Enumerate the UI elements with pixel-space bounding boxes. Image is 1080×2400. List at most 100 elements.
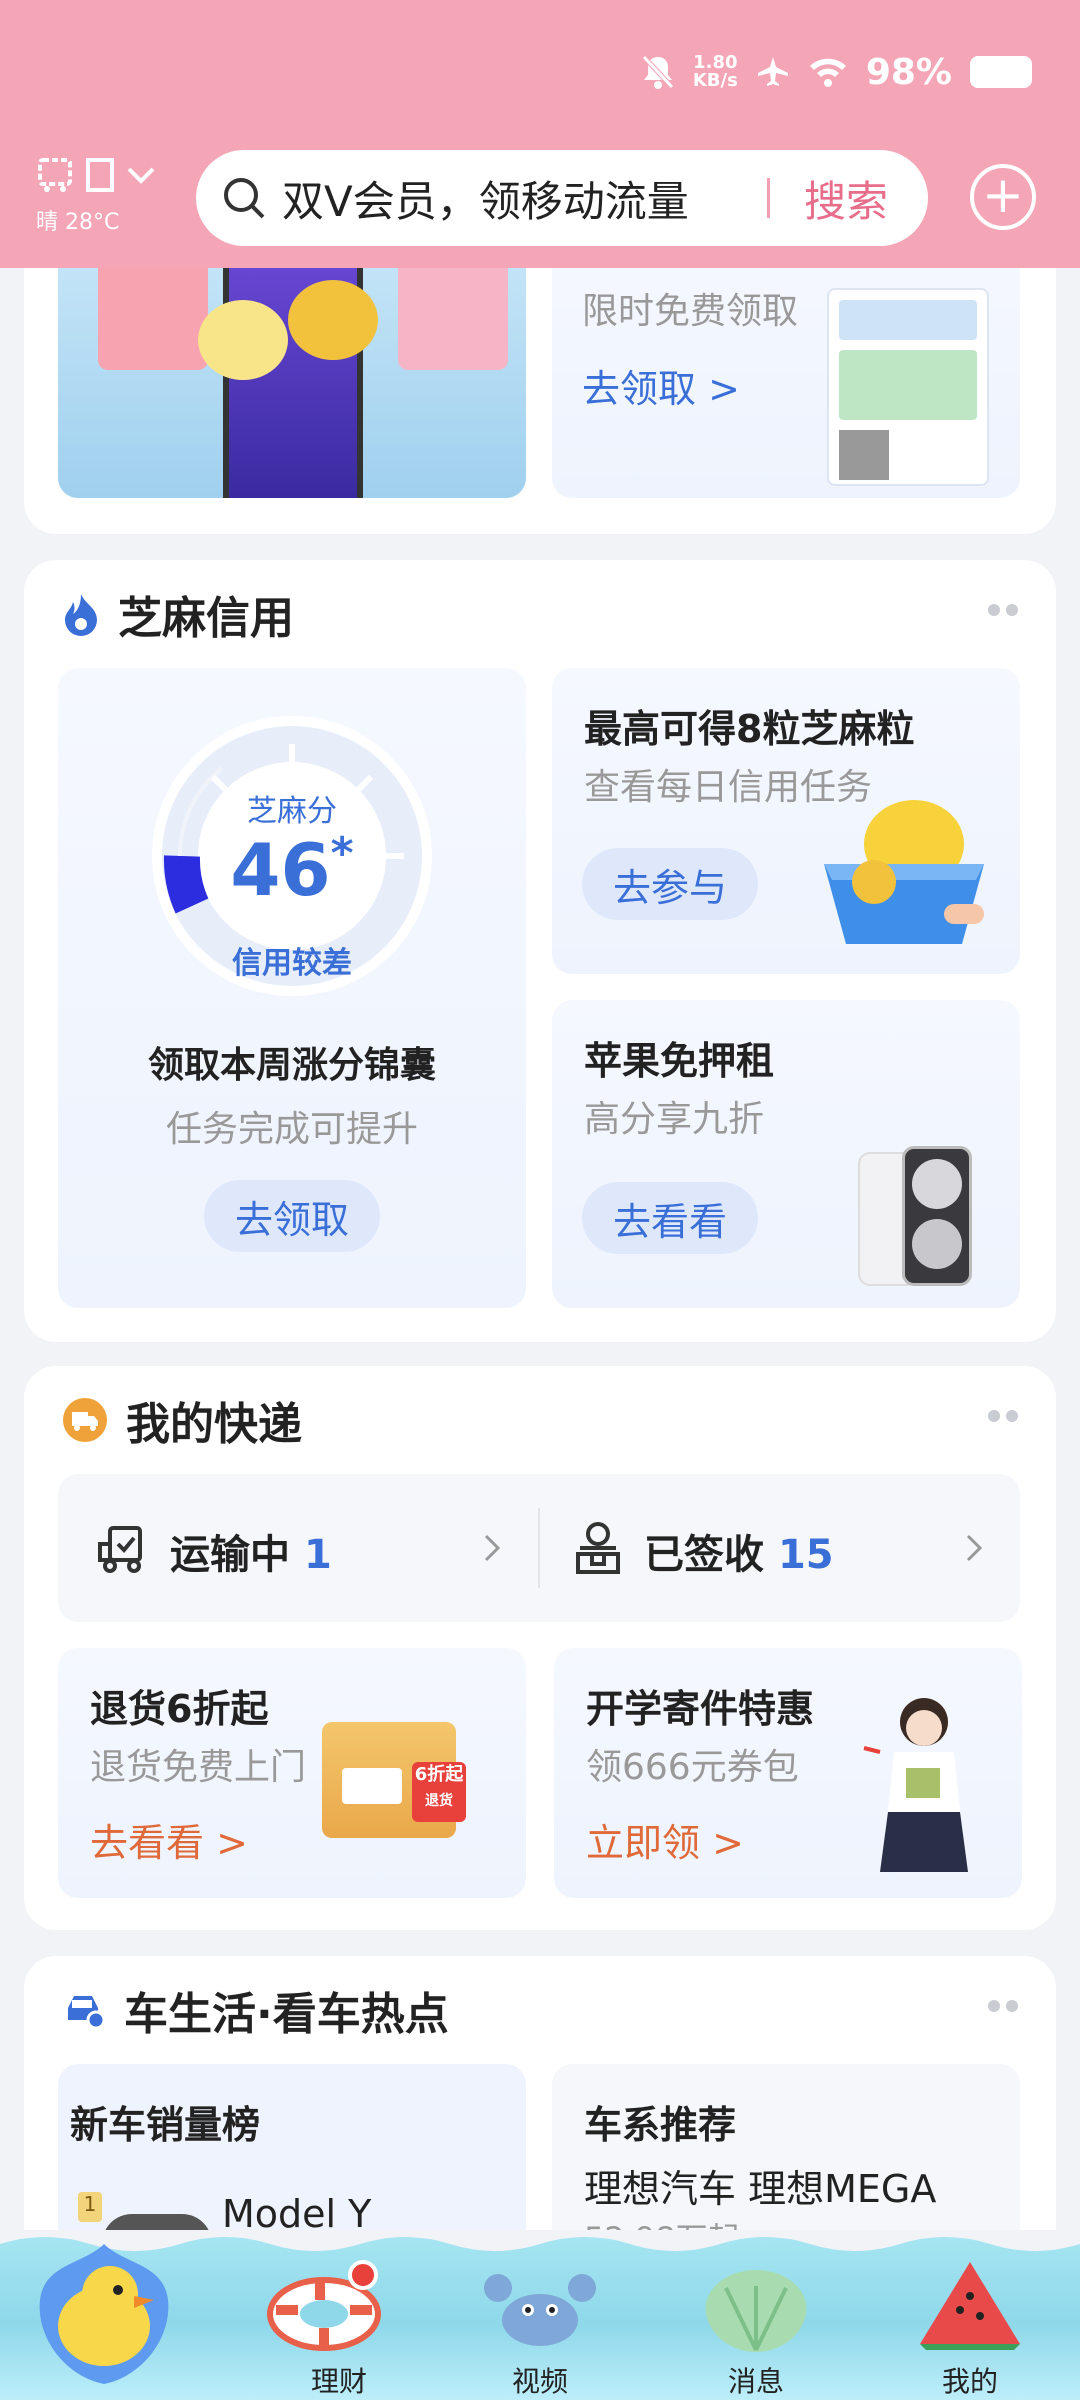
in-transit-count: 1	[303, 1532, 332, 1578]
signed-entry[interactable]: 已签收 15	[540, 1474, 1020, 1622]
battery-percent: 98%	[865, 51, 952, 93]
parcel-box-image: 6折起 退货	[322, 1722, 466, 1838]
wifi-icon	[809, 58, 846, 87]
mascot-image	[198, 300, 288, 380]
rank-badge: 1	[78, 2192, 102, 2222]
promo-subtitle: 限时免费领取	[582, 291, 799, 332]
iphone-image	[858, 1146, 974, 1286]
promo-phone-image	[827, 288, 989, 486]
add-button[interactable]: +	[970, 164, 1036, 230]
sesame-more-icon[interactable]	[988, 604, 1018, 616]
car-title: 车生活·看车热点	[124, 1989, 449, 2040]
bus-icon	[38, 158, 72, 192]
promo-tile[interactable]: 限时免费领取 去领取 >	[552, 240, 1020, 498]
box-tag-return: 退货	[425, 1793, 453, 1809]
view-apple-button[interactable]: 去看看	[582, 1182, 758, 1254]
duck-icon	[39, 2244, 169, 2384]
express-section-header: 我的快递	[62, 1390, 302, 1450]
truck-icon	[63, 1398, 107, 1442]
series-title: 车系推荐	[584, 2103, 737, 2147]
door-icon	[86, 158, 114, 192]
express-title: 我的快递	[126, 1399, 302, 1450]
search-divider	[766, 178, 770, 218]
delivery-truck-icon	[98, 1526, 142, 1573]
location-weather[interactable]: 晴 28°C	[36, 150, 156, 236]
return-title: 退货6折起	[90, 1687, 269, 1731]
net-speed: 1.80 KB/s	[692, 52, 738, 91]
airplane-icon	[757, 57, 788, 86]
chevron-right-icon	[966, 1534, 983, 1562]
series-sub: 理想汽车 理想MEGA	[584, 2167, 937, 2211]
car-section-header: 车生活·看车热点	[62, 1980, 449, 2040]
score-label: 芝麻分	[247, 794, 337, 829]
search-button[interactable]: 搜索	[804, 168, 888, 229]
signed-count: 15	[777, 1532, 834, 1578]
status-bar: 1.80 KB/s 98%	[641, 44, 1032, 100]
claim-tip-button[interactable]: 去领取	[204, 1180, 380, 1252]
box-tag: 6折起 退货	[412, 1762, 466, 1822]
school-sub: 领666元券包	[586, 1747, 799, 1788]
express-more-icon[interactable]	[988, 1410, 1018, 1422]
signed-label: 已签收	[644, 1532, 764, 1578]
participate-button[interactable]: 去参与	[582, 848, 758, 920]
weekly-tip-title: 领取本周涨分锦囊	[147, 1045, 436, 1086]
notification-badge	[348, 2260, 378, 2290]
express-card: 我的快递 运输中 1 已签收 15 退货6折起 退货免费上门 去看看 > 6折起…	[24, 1366, 1056, 1930]
promo-link[interactable]: 去领取 >	[582, 358, 740, 413]
school-title: 开学寄件特惠	[586, 1687, 815, 1731]
apple-rent-title: 苹果免押租	[584, 1039, 775, 1083]
sesame-basket-image	[824, 800, 984, 944]
credit-level: 信用较差	[232, 946, 352, 981]
top-header: 1.80 KB/s 98% 晴 28°C 双V会员，领移动流量 搜索 +	[0, 0, 1080, 268]
car-icon	[68, 1996, 106, 2030]
return-discount-tile[interactable]: 退货6折起 退货免费上门 去看看 > 6折起 退货	[58, 1648, 526, 1898]
tab-video-label: 视频	[511, 2365, 568, 2398]
signed-text: 已签收 15	[644, 1522, 834, 1580]
chevron-down-icon	[127, 167, 155, 184]
tab-home[interactable]	[24, 2234, 184, 2398]
sesame-task-tile[interactable]: 最高可得8粒芝麻粒 查看每日信用任务 去参与	[552, 668, 1020, 974]
promo-card: 限时免费领取 去领取 >	[24, 240, 1056, 534]
return-link[interactable]: 去看看 >	[90, 1812, 248, 1867]
tab-finance[interactable]: 理财	[244, 2260, 404, 2398]
chevron-right-icon	[484, 1534, 501, 1562]
apple-rent-tile[interactable]: 苹果免押租 高分享九折 去看看	[552, 1000, 1020, 1308]
in-transit-entry[interactable]: 运输中 1	[58, 1474, 538, 1622]
weather-text: 晴 28°C	[36, 210, 120, 235]
courier-icon	[576, 1522, 620, 1574]
sesame-credit-card: 芝麻信用 芝麻分 46* 信用较差 领取本周涨分锦囊 任务完成可提升 去领取 最…	[24, 560, 1056, 1342]
search-icon	[224, 178, 265, 219]
bottom-tab-bar: 理财 视频 消息 我的	[0, 2230, 1080, 2400]
mute-icon	[642, 55, 674, 89]
return-sub: 退货免费上门	[90, 1747, 307, 1788]
sesame-score-tile[interactable]: 芝麻分 46* 信用较差 领取本周涨分锦囊 任务完成可提升 去领取	[58, 668, 526, 1308]
flame-icon	[65, 594, 97, 636]
school-link[interactable]: 立即领 >	[586, 1812, 744, 1867]
search-bar[interactable]: 双V会员，领移动流量 搜索	[196, 150, 928, 246]
tab-profile[interactable]: 我的	[890, 2260, 1050, 2398]
student-image	[863, 1698, 968, 1872]
sesame-title: 芝麻信用	[118, 593, 294, 644]
search-input[interactable]: 双V会员，领移动流量	[282, 168, 747, 229]
weekly-tip-sub: 任务完成可提升	[165, 1109, 418, 1150]
school-shipping-tile[interactable]: 开学寄件特惠 领666元券包 立即领 >	[554, 1648, 1022, 1898]
tab-finance-label: 理财	[310, 2365, 367, 2398]
promo-banner-image[interactable]	[58, 240, 526, 498]
express-status-row: 运输中 1 已签收 15	[58, 1474, 1020, 1622]
crab-icon	[484, 2274, 596, 2346]
sesame-section-header: 芝麻信用	[62, 584, 294, 644]
tab-messages-label: 消息	[727, 2365, 784, 2398]
score-number: 46	[230, 828, 331, 912]
shell-icon	[705, 2270, 807, 2352]
score-mark: *	[330, 828, 354, 879]
tab-messages[interactable]: 消息	[676, 2260, 836, 2398]
tab-profile-label: 我的	[941, 2365, 998, 2398]
tab-video[interactable]: 视频	[460, 2260, 620, 2398]
car-more-icon[interactable]	[988, 2000, 1018, 2012]
watermelon-icon	[920, 2262, 1020, 2350]
in-transit-label: 运输中	[170, 1532, 290, 1578]
sales-ranking-title: 新车销量榜	[70, 2103, 261, 2147]
in-transit-text: 运输中 1	[170, 1522, 332, 1580]
battery-icon	[970, 56, 1032, 88]
apple-rent-sub: 高分享九折	[584, 1099, 765, 1140]
